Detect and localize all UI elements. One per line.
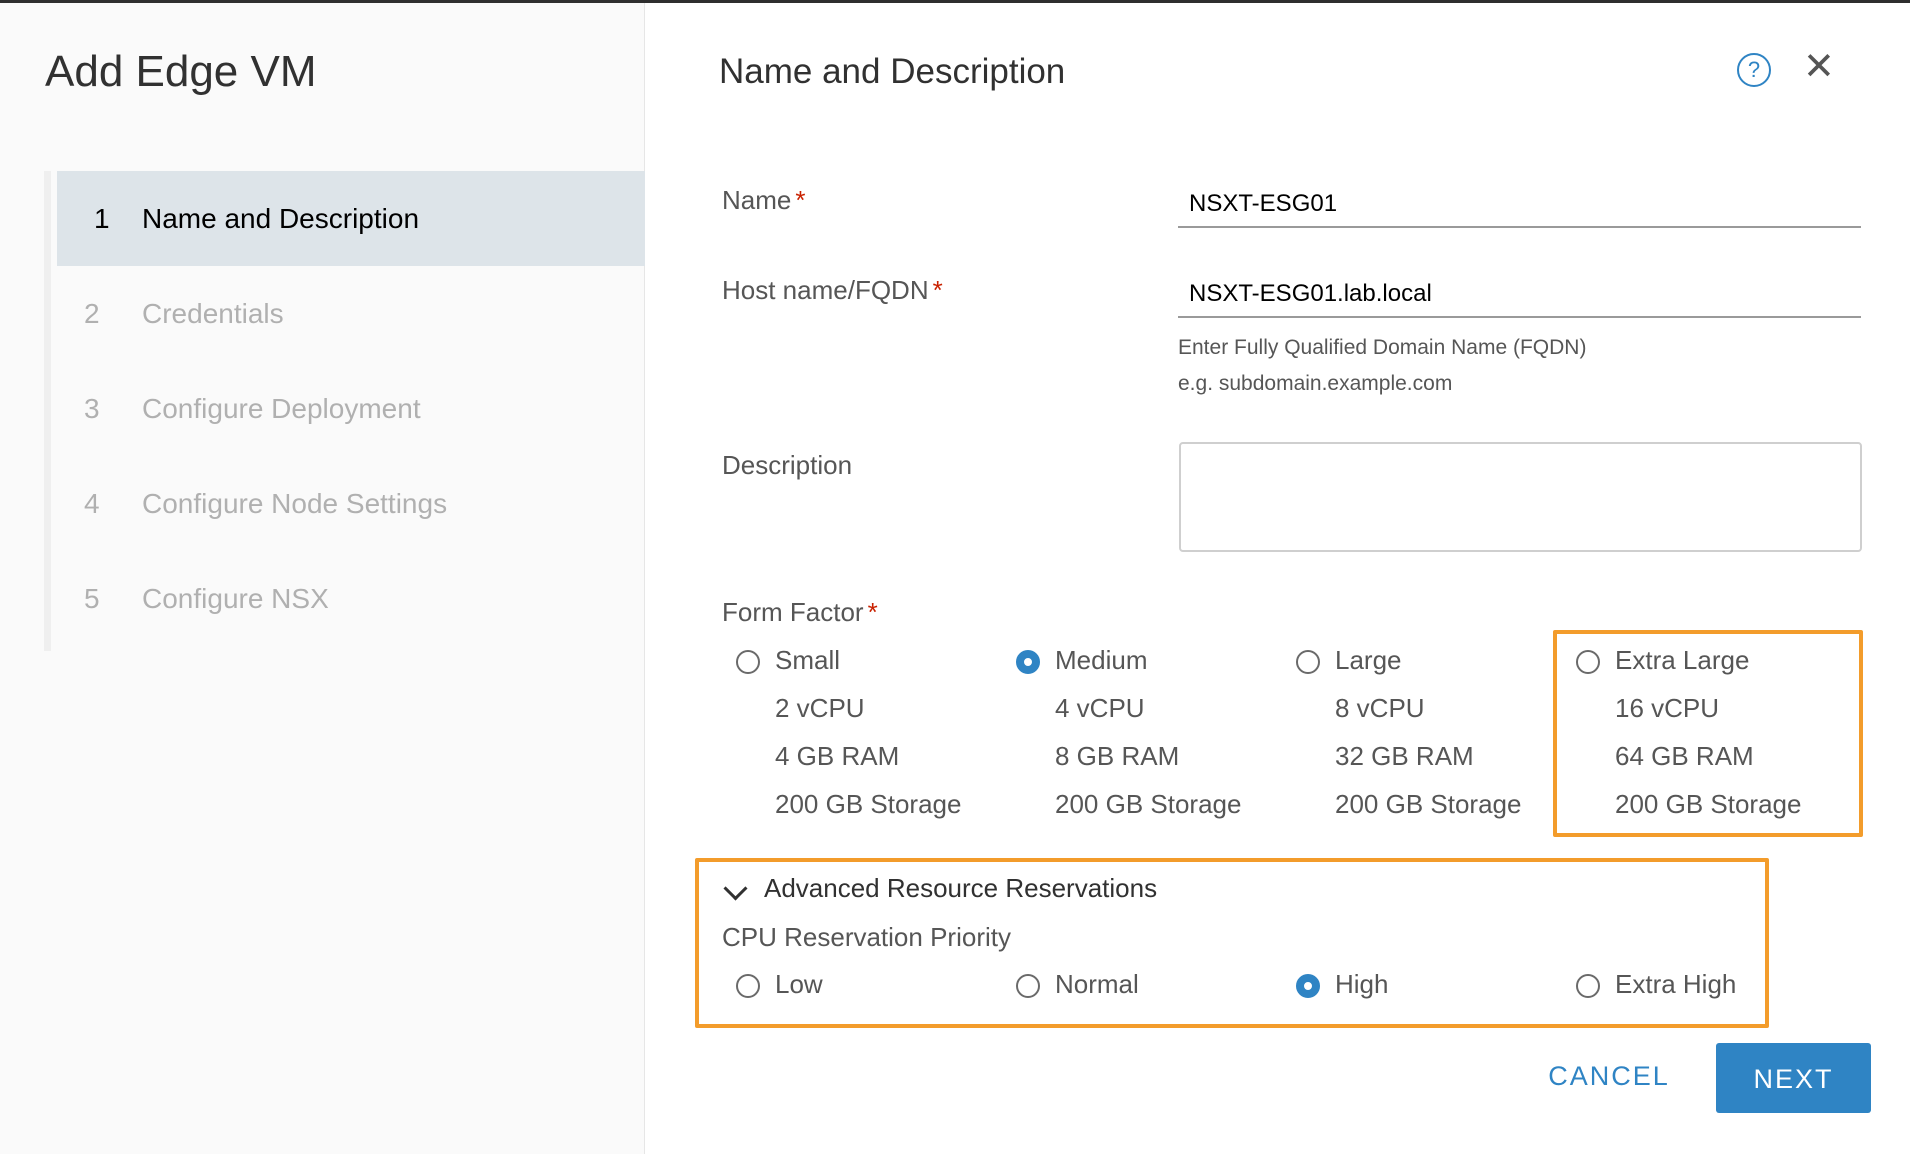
- step-label: Name and Description: [142, 202, 420, 234]
- description-textarea[interactable]: [1179, 442, 1862, 552]
- form-factor-medium-radio[interactable]: [1016, 650, 1040, 674]
- form-factor-small-storage: 200 GB Storage: [775, 789, 962, 819]
- form-factor-large-label[interactable]: Large: [1335, 645, 1402, 676]
- step-number: 5: [84, 582, 100, 614]
- required-mark: *: [795, 185, 806, 215]
- cancel-button[interactable]: CANCEL: [1524, 1040, 1694, 1110]
- form-factor-medium-label[interactable]: Medium: [1055, 645, 1147, 676]
- step-label: Configure Deployment: [142, 392, 421, 424]
- host-name-input[interactable]: NSXT-ESG01.lab.local: [1178, 270, 1861, 318]
- description-label: Description: [722, 450, 853, 480]
- extra-large-highlight-box: [1553, 630, 1863, 837]
- step-label: Credentials: [142, 297, 284, 329]
- host-name-helper: Enter Fully Qualified Domain Name (FQDN): [1178, 336, 1587, 359]
- step-configure-node-settings[interactable]: 4 Configure Node Settings: [51, 456, 648, 551]
- step-number: 3: [84, 392, 100, 424]
- name-input[interactable]: NSXT-ESG01: [1178, 180, 1861, 228]
- step-configure-nsx[interactable]: 5 Configure NSX: [51, 551, 648, 646]
- form-factor-small-cpu: 2 vCPU: [775, 693, 865, 723]
- page-title: Name and Description: [719, 52, 1066, 91]
- form-factor-medium-storage: 200 GB Storage: [1055, 789, 1242, 819]
- form-factor-label: Form Factor *: [722, 597, 878, 627]
- advanced-reservations-highlight-box: [695, 858, 1769, 1028]
- required-mark: *: [867, 597, 878, 627]
- step-label: Configure Node Settings: [142, 487, 448, 519]
- host-name-example: e.g. subdomain.example.com: [1178, 372, 1453, 395]
- form-factor-small-ram: 4 GB RAM: [775, 741, 900, 771]
- step-number: 4: [84, 487, 100, 519]
- host-name-label: Host name/FQDN *: [722, 275, 943, 305]
- required-mark: *: [932, 275, 943, 305]
- form-factor-medium-ram: 8 GB RAM: [1055, 741, 1180, 771]
- step-label: Configure NSX: [142, 582, 329, 614]
- form-factor-small-label[interactable]: Small: [775, 645, 840, 676]
- wizard-steps: 1 Name and Description 2 Credentials 3 C…: [44, 171, 651, 651]
- step-credentials[interactable]: 2 Credentials: [51, 266, 648, 361]
- step-configure-deployment[interactable]: 3 Configure Deployment: [51, 361, 648, 456]
- step-name-and-description[interactable]: 1 Name and Description: [57, 171, 648, 266]
- form-factor-large-ram: 32 GB RAM: [1335, 741, 1474, 771]
- form-factor-large-radio[interactable]: [1296, 650, 1320, 674]
- name-label: Name *: [722, 185, 806, 215]
- form-factor-small-radio[interactable]: [736, 650, 760, 674]
- step-number: 1: [94, 202, 110, 234]
- form-factor-large-cpu: 8 vCPU: [1335, 693, 1425, 723]
- step-number: 2: [84, 297, 100, 329]
- close-icon[interactable]: ✕: [1803, 47, 1835, 87]
- help-icon[interactable]: ?: [1737, 53, 1771, 87]
- form-factor-large-storage: 200 GB Storage: [1335, 789, 1522, 819]
- next-button[interactable]: NEXT: [1716, 1043, 1871, 1113]
- wizard-title: Add Edge VM: [45, 47, 317, 96]
- form-factor-medium-cpu: 4 vCPU: [1055, 693, 1145, 723]
- wizard-sidebar: Add Edge VM 1 Name and Description 2 Cre…: [0, 3, 648, 1154]
